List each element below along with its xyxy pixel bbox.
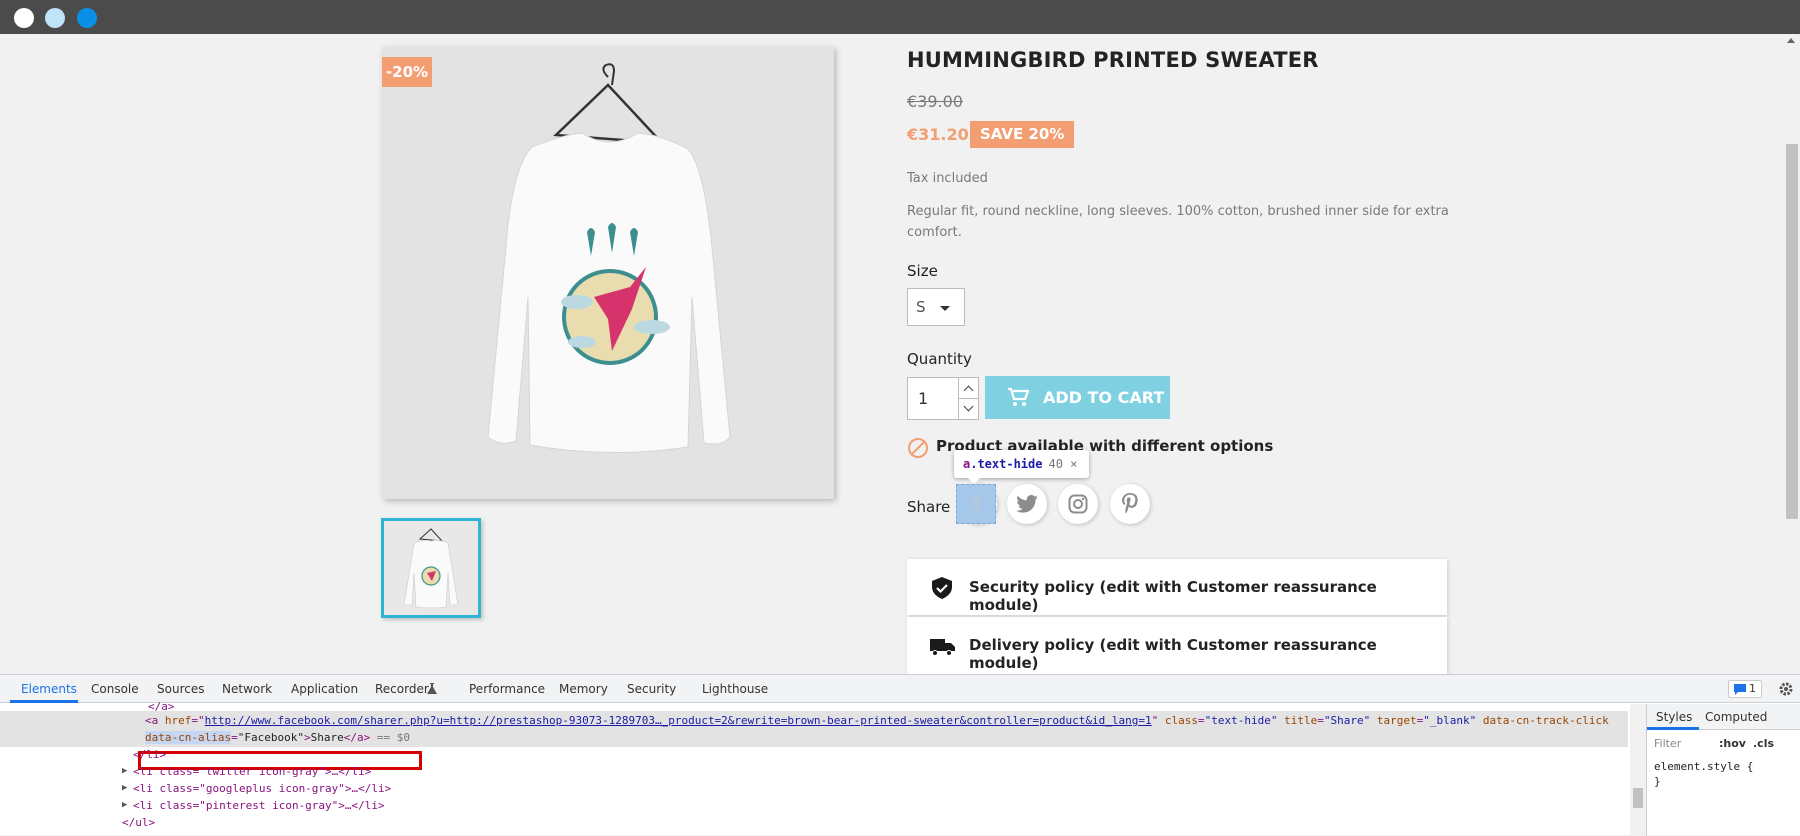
expand-triangle-icon[interactable]: ▶ <box>122 797 127 814</box>
chevron-down-icon <box>963 401 974 412</box>
twitter-share-button[interactable] <box>1007 484 1047 524</box>
window-titlebar <box>0 0 1800 34</box>
devtools-tab-bar: Elements Console Sources Network Applica… <box>0 675 1800 703</box>
add-to-cart-label: ADD TO CART <box>1043 388 1165 407</box>
save-badge: SAVE 20% <box>970 121 1075 148</box>
gear-icon[interactable] <box>1778 681 1794 697</box>
share-label: Share <box>907 498 951 516</box>
regular-price: €39.00 <box>907 92 963 111</box>
dom-tree-scrollbar-thumb[interactable] <box>1633 788 1643 808</box>
tab-recorder[interactable]: Recorder <box>375 682 429 696</box>
facebook-icon <box>972 494 982 514</box>
expand-triangle-icon[interactable]: ▶ <box>122 780 127 797</box>
size-label: Size <box>907 262 938 280</box>
styles-panel: Styles Computed Filter :hov .cls element… <box>1646 704 1800 836</box>
sweater-image <box>382 47 834 499</box>
hov-toggle[interactable]: :hov <box>1719 737 1746 750</box>
tab-elements[interactable]: Elements <box>21 682 77 696</box>
dom-tree: </a> <a href="http://www.facebook.com/sh… <box>0 700 1630 836</box>
expand-triangle-icon[interactable]: ▶ <box>122 763 127 780</box>
twitter-icon <box>1016 495 1038 513</box>
flask-icon <box>427 683 437 694</box>
product-page <box>0 34 1800 674</box>
quantity-input[interactable]: 1 <box>907 377 959 420</box>
truck-icon <box>930 639 955 656</box>
code-line-li-pinterest[interactable]: <li class="pinterest icon-gray">…</li> <box>133 797 385 814</box>
active-tab-underline <box>10 700 78 703</box>
reassurance-item-delivery: Delivery policy (edit with Customer reas… <box>907 617 1447 674</box>
product-thumbnail[interactable] <box>381 518 481 618</box>
code-line-li-close: </li> <box>133 748 167 761</box>
tab-styles[interactable]: Styles <box>1656 710 1692 724</box>
current-price: €31.20 <box>907 125 969 144</box>
maximize-window-icon[interactable] <box>77 8 97 28</box>
quantity-increment-button[interactable] <box>958 377 979 399</box>
caret-down-icon <box>940 306 950 311</box>
sweater-thumbnail-image <box>384 521 478 615</box>
element-style-rule[interactable]: element.style { <box>1654 760 1753 773</box>
tab-lighthouse[interactable]: Lighthouse <box>702 682 768 696</box>
pinterest-share-button[interactable] <box>1110 484 1150 524</box>
code-line-li-twitter[interactable]: <li class="twitter icon-gray">…</li> <box>133 763 371 780</box>
product-description: Regular fit, round neckline, long sleeve… <box>907 204 1449 240</box>
add-to-cart-button[interactable]: ADD TO CART <box>985 376 1170 419</box>
quantity-value: 1 <box>918 389 929 408</box>
element-style-rule-close: } <box>1654 775 1661 788</box>
reassurance-item-security: Security policy (edit with Customer reas… <box>907 559 1447 615</box>
tab-security[interactable]: Security <box>627 682 676 696</box>
inspect-tooltip: a.text-hide40 × 40 <box>954 450 1089 499</box>
devtools-panel: Elements Console Sources Network Applica… <box>0 674 1800 836</box>
chevron-up-icon <box>963 385 974 396</box>
reassurance-text: Security policy (edit with Customer reas… <box>969 578 1377 614</box>
tab-sources[interactable]: Sources <box>157 682 204 696</box>
product-main-image[interactable] <box>382 47 834 499</box>
instagram-icon <box>1068 494 1088 514</box>
code-line-ul-close: </ul> <box>122 816 156 829</box>
tab-console[interactable]: Console <box>91 682 139 696</box>
unavailable-icon <box>908 438 928 458</box>
inspector-highlight <box>956 484 996 524</box>
code-line-anchor[interactable]: <a href="http://www.facebook.com/sharer.… <box>145 712 1609 729</box>
tab-computed[interactable]: Computed <box>1705 710 1767 724</box>
scroll-up-arrow-icon[interactable] <box>1787 38 1795 43</box>
tab-network[interactable]: Network <box>222 682 272 696</box>
size-select-value: S <box>916 298 926 316</box>
styles-filter-input[interactable]: Filter <box>1654 737 1681 750</box>
page-scrollbar[interactable] <box>1782 34 1800 674</box>
tab-memory[interactable]: Memory <box>559 682 608 696</box>
issues-badge[interactable]: 1 <box>1728 680 1762 698</box>
instagram-share-button[interactable] <box>1058 484 1098 524</box>
issues-count: 1 <box>1749 682 1756 695</box>
page-scrollbar-thumb[interactable] <box>1786 144 1798 519</box>
code-line-alias[interactable]: data-cn-alias="Facebook">Share</a> == $0 <box>145 729 410 746</box>
product-title: HUMMINGBIRD PRINTED SWEATER <box>907 48 1319 72</box>
href-link[interactable]: http://www.facebook.com/sharer.php?u=htt… <box>205 714 1152 727</box>
cart-icon <box>1008 387 1029 406</box>
tab-application[interactable]: Application <box>291 682 358 696</box>
tooltip-class: .text-hide <box>970 457 1043 471</box>
shield-check-icon <box>932 577 952 599</box>
pinterest-icon <box>1122 493 1138 514</box>
tax-label: Tax included <box>907 171 988 186</box>
close-window-icon[interactable] <box>14 8 34 28</box>
dom-tree-scrollbar[interactable] <box>1630 704 1646 836</box>
reassurance-text: Delivery policy (edit with Customer reas… <box>969 636 1377 672</box>
tab-performance[interactable]: Performance <box>469 682 545 696</box>
cls-toggle[interactable]: .cls <box>1753 737 1774 750</box>
code-line-li-googleplus[interactable]: <li class="googleplus icon-gray">…</li> <box>133 780 391 797</box>
quantity-label: Quantity <box>907 350 972 368</box>
minimize-window-icon[interactable] <box>45 8 65 28</box>
size-select[interactable]: S <box>907 288 965 326</box>
message-icon <box>1734 684 1746 695</box>
styles-tab-bar: Styles Computed <box>1647 704 1800 730</box>
quantity-decrement-button[interactable] <box>958 398 979 420</box>
discount-flag: -20% <box>382 57 432 87</box>
styles-tab-underline <box>1647 727 1699 730</box>
